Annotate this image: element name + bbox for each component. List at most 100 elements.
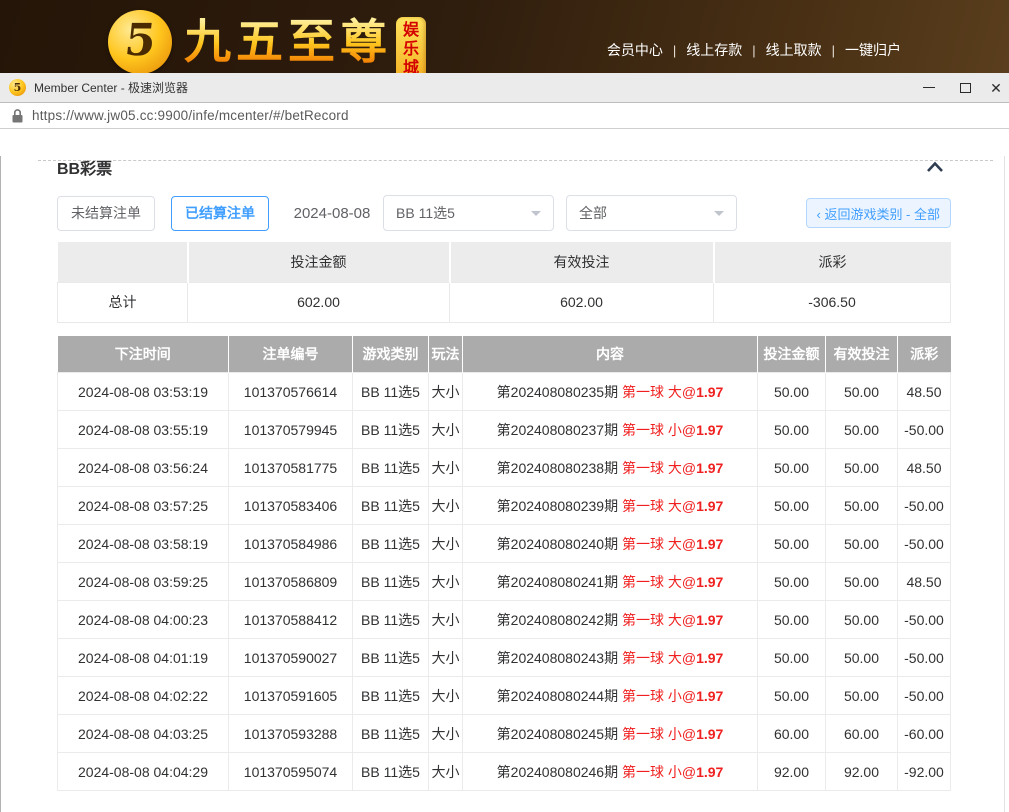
cell-bet-time: 2024-08-08 03:55:19 <box>58 411 229 449</box>
cell-bet-amount: 50.00 <box>758 487 826 525</box>
summary-valid-bet: 602.00 <box>450 282 714 322</box>
type-select[interactable]: 全部 <box>566 195 737 231</box>
content-odds: 1.97 <box>696 498 723 514</box>
summary-header-valid-bet: 有效投注 <box>450 242 714 282</box>
cell-game-category: BB 11选5 <box>353 639 429 677</box>
address-bar[interactable]: https://www.jw05.cc:9900/infe/mcenter/#/… <box>0 103 1009 129</box>
cell-bet-id: 101370583406 <box>229 487 353 525</box>
content-period: 第202408080244期 <box>497 688 622 704</box>
cell-bet-id: 101370591605 <box>229 677 353 715</box>
content-odds: 1.97 <box>696 650 723 666</box>
cell-valid-bet: 50.00 <box>826 677 898 715</box>
cell-bet-id: 101370581775 <box>229 449 353 487</box>
summary-header-payout: 派彩 <box>714 242 951 282</box>
cell-bet-time: 2024-08-08 04:01:19 <box>58 639 229 677</box>
logo-badge-char: 娱 <box>403 22 419 40</box>
cell-payout: -50.00 <box>898 411 951 449</box>
cell-payout: -50.00 <box>898 677 951 715</box>
cell-bet-time: 2024-08-08 03:59:25 <box>58 563 229 601</box>
cell-valid-bet: 50.00 <box>826 639 898 677</box>
cell-payout: 48.50 <box>898 449 951 487</box>
content-pick: 第一球 小@ <box>622 764 696 780</box>
content-pick: 第一球 小@ <box>622 422 696 438</box>
cell-game-category: BB 11选5 <box>353 411 429 449</box>
cell-play-type: 大小 <box>429 601 463 639</box>
content-odds: 1.97 <box>696 726 723 742</box>
cell-bet-time: 2024-08-08 04:04:29 <box>58 753 229 791</box>
cell-content: 第202408080238期 第一球 大@1.97 <box>463 449 758 487</box>
logo-coin-icon: 5 <box>108 10 172 73</box>
bet-record-row: 2024-08-08 03:58:19101370584986BB 11选5大小… <box>58 525 951 563</box>
cell-bet-id: 101370576614 <box>229 373 353 411</box>
bet-table-header-row: 下注时间注单编号游戏类别玩法内容投注金额有效投注派彩 <box>58 336 951 373</box>
maximize-button[interactable] <box>947 73 983 102</box>
cell-bet-amount: 50.00 <box>758 677 826 715</box>
content-period: 第202408080239期 <box>497 498 622 514</box>
cell-bet-id: 101370595074 <box>229 753 353 791</box>
nav-link[interactable]: 线上取款 <box>766 40 822 60</box>
cell-bet-time: 2024-08-08 03:58:19 <box>58 525 229 563</box>
cell-game-category: BB 11选5 <box>353 601 429 639</box>
site-nav: 会员中心|线上存款|线上取款|一键归户 <box>607 40 901 60</box>
cell-bet-time: 2024-08-08 03:57:25 <box>58 487 229 525</box>
cell-bet-time: 2024-08-08 04:02:22 <box>58 677 229 715</box>
cell-content: 第202408080240期 第一球 大@1.97 <box>463 525 758 563</box>
game-select-value: BB 11选5 <box>396 203 455 223</box>
minimize-button[interactable] <box>911 73 947 102</box>
window-favicon-icon: 5 <box>9 79 26 96</box>
cell-play-type: 大小 <box>429 487 463 525</box>
content-odds: 1.97 <box>696 688 723 704</box>
cell-payout: -50.00 <box>898 525 951 563</box>
bet-table-header-cell: 注单编号 <box>229 336 353 373</box>
close-button[interactable]: ✕ <box>983 73 1009 102</box>
cell-content: 第202408080245期 第一球 小@1.97 <box>463 715 758 753</box>
content-pick: 第一球 大@ <box>622 536 696 552</box>
content-pick: 第一球 大@ <box>622 498 696 514</box>
cell-game-category: BB 11选5 <box>353 563 429 601</box>
settled-bets-tab[interactable]: 已结算注单 <box>171 196 269 231</box>
collapse-panel-button[interactable] <box>925 161 951 173</box>
minimize-icon <box>923 87 935 88</box>
summary-table: 投注金额 有效投注 派彩 总计 602.00 602.00 -306.50 <box>57 242 951 323</box>
cell-bet-amount: 50.00 <box>758 639 826 677</box>
cell-game-category: BB 11选5 <box>353 715 429 753</box>
content-pick: 第一球 小@ <box>622 726 696 742</box>
cell-content: 第202408080235期 第一球 大@1.97 <box>463 373 758 411</box>
content-period: 第202408080246期 <box>497 764 622 780</box>
cell-bet-id: 101370584986 <box>229 525 353 563</box>
cell-bet-id: 101370593288 <box>229 715 353 753</box>
nav-link[interactable]: 会员中心 <box>607 40 663 60</box>
cell-bet-time: 2024-08-08 03:53:19 <box>58 373 229 411</box>
nav-link[interactable]: 一键归户 <box>845 40 901 60</box>
cell-game-category: BB 11选5 <box>353 449 429 487</box>
content-pick: 第一球 大@ <box>622 612 696 628</box>
cell-valid-bet: 92.00 <box>826 753 898 791</box>
cell-bet-amount: 50.00 <box>758 525 826 563</box>
content-pick: 第一球 小@ <box>622 688 696 704</box>
summary-header-empty <box>58 242 188 282</box>
nav-separator: | <box>752 43 755 58</box>
cell-valid-bet: 60.00 <box>826 715 898 753</box>
bet-table-header-cell: 有效投注 <box>826 336 898 373</box>
bet-record-row: 2024-08-08 04:03:25101370593288BB 11选5大小… <box>58 715 951 753</box>
nav-link[interactable]: 线上存款 <box>686 40 742 60</box>
logo-badge: 娱乐城 <box>396 17 426 73</box>
unsettled-bets-tab[interactable]: 未结算注单 <box>57 196 155 231</box>
site-banner: 5 九五至尊 娱乐城 会员中心|线上存款|线上取款|一键归户 <box>0 0 1009 73</box>
back-to-game-category-button[interactable]: ‹ 返回游戏类别 - 全部 <box>806 198 952 228</box>
cell-valid-bet: 50.00 <box>826 487 898 525</box>
cell-content: 第202408080244期 第一球 小@1.97 <box>463 677 758 715</box>
content-odds: 1.97 <box>696 422 723 438</box>
date-picker[interactable]: 2024-08-08 <box>293 205 371 222</box>
game-select[interactable]: BB 11选5 <box>383 195 554 231</box>
browser-titlebar: 5 Member Center - 极速浏览器 ✕ <box>0 73 1009 103</box>
cell-game-category: BB 11选5 <box>353 677 429 715</box>
content-period: 第202408080238期 <box>497 460 622 476</box>
content-period: 第202408080241期 <box>497 574 622 590</box>
summary-bet-amount: 602.00 <box>188 282 450 322</box>
cell-play-type: 大小 <box>429 373 463 411</box>
cell-play-type: 大小 <box>429 753 463 791</box>
summary-header-row: 投注金额 有效投注 派彩 <box>58 242 951 282</box>
site-logo: 5 九五至尊 娱乐城 <box>108 5 426 73</box>
logo-coin-glyph: 5 <box>122 19 157 63</box>
